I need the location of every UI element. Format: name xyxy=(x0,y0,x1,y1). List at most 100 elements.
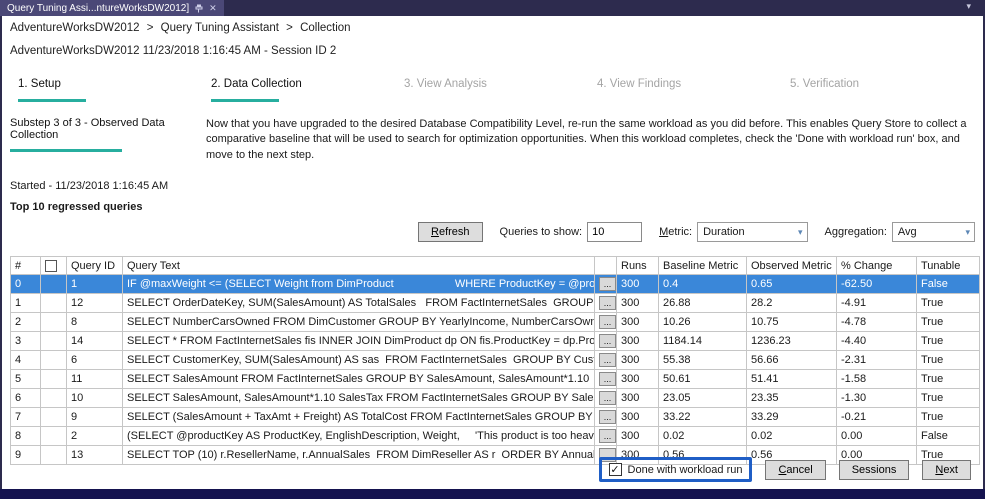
table-row[interactable]: 4 6 SELECT CustomerKey, SUM(SalesAmount)… xyxy=(11,351,980,370)
col-header-index[interactable]: # xyxy=(11,257,41,275)
row-query-text: SELECT OrderDateKey, SUM(SalesAmount) AS… xyxy=(123,294,595,313)
window-menu-caret-icon[interactable]: ▾ xyxy=(966,0,985,16)
row-query-text: SELECT NumberCarsOwned FROM DimCustomer … xyxy=(123,313,595,332)
queries-to-show-label: Queries to show: xyxy=(500,226,583,238)
row-observed-metric: 51.41 xyxy=(747,370,837,389)
row-runs: 300 xyxy=(617,294,659,313)
row-index: 1 xyxy=(11,294,41,313)
row-select-cell[interactable] xyxy=(41,389,67,408)
row-index: 0 xyxy=(11,275,41,294)
tab-title: Query Tuning Assi...ntureWorksDW2012] xyxy=(7,3,189,14)
row-index: 4 xyxy=(11,351,41,370)
table-row[interactable]: 0 1 IF @maxWeight <= (SELECT Weight from… xyxy=(11,275,980,294)
row-percent-change: -4.40 xyxy=(837,332,917,351)
breadcrumb-item-collection[interactable]: Collection xyxy=(300,22,351,34)
breadcrumb-item-database[interactable]: AdventureWorksDW2012 xyxy=(10,22,140,34)
row-percent-change: -4.78 xyxy=(837,313,917,332)
aggregation-label: Aggregation: xyxy=(825,226,887,238)
table-row[interactable]: 1 12 SELECT OrderDateKey, SUM(SalesAmoun… xyxy=(11,294,980,313)
row-baseline-metric: 10.26 xyxy=(659,313,747,332)
row-detail-cell: ... xyxy=(595,332,617,351)
query-detail-button[interactable]: ... xyxy=(599,334,616,348)
table-row[interactable]: 3 14 SELECT * FROM FactInternetSales fis… xyxy=(11,332,980,351)
row-observed-metric: 10.75 xyxy=(747,313,837,332)
col-header-query-id[interactable]: Query ID xyxy=(67,257,123,275)
row-percent-change: -2.31 xyxy=(837,351,917,370)
chevron-down-icon: ▾ xyxy=(965,227,970,238)
query-detail-button[interactable]: ... xyxy=(599,353,616,367)
col-header-runs[interactable]: Runs xyxy=(617,257,659,275)
row-percent-change: 0.00 xyxy=(837,427,917,446)
breadcrumb-item-qta[interactable]: Query Tuning Assistant xyxy=(161,22,279,34)
row-select-cell[interactable] xyxy=(41,446,67,465)
row-select-cell[interactable] xyxy=(41,332,67,351)
row-detail-cell: ... xyxy=(595,275,617,294)
table-row[interactable]: 2 8 SELECT NumberCarsOwned FROM DimCusto… xyxy=(11,313,980,332)
row-query-id: 10 xyxy=(67,389,123,408)
table-row[interactable]: 8 2 (SELECT @productKey AS ProductKey, E… xyxy=(11,427,980,446)
query-detail-button[interactable]: ... xyxy=(599,429,616,443)
session-info: AdventureWorksDW2012 11/23/2018 1:16:45 … xyxy=(10,45,983,57)
row-select-cell[interactable] xyxy=(41,313,67,332)
col-header-query-text[interactable]: Query Text xyxy=(123,257,595,275)
query-detail-button[interactable]: ... xyxy=(599,410,616,424)
table-row[interactable]: 7 9 SELECT (SalesAmount + TaxAmt + Freig… xyxy=(11,408,980,427)
query-detail-button[interactable]: ... xyxy=(599,391,616,405)
row-tunable: True xyxy=(917,351,980,370)
select-all-checkbox[interactable] xyxy=(45,260,57,272)
queries-to-show-input[interactable] xyxy=(587,222,642,242)
row-observed-metric: 1236.23 xyxy=(747,332,837,351)
row-detail-cell: ... xyxy=(595,427,617,446)
pin-icon[interactable] xyxy=(195,4,203,13)
checked-checkbox-icon: ✓ xyxy=(609,463,622,476)
next-button[interactable]: Next xyxy=(922,460,971,480)
query-detail-button[interactable]: ... xyxy=(599,296,616,310)
wizard-steps: 1. Setup 2. Data Collection 3. View Anal… xyxy=(2,78,983,102)
step-underline xyxy=(211,99,279,102)
col-header-change[interactable]: % Change xyxy=(837,257,917,275)
row-select-cell[interactable] xyxy=(41,294,67,313)
row-index: 7 xyxy=(11,408,41,427)
table-row[interactable]: 6 10 SELECT SalesAmount, SalesAmount*1.1… xyxy=(11,389,980,408)
row-runs: 300 xyxy=(617,275,659,294)
row-detail-cell: ... xyxy=(595,408,617,427)
row-observed-metric: 0.65 xyxy=(747,275,837,294)
step-data-collection: 2. Data Collection xyxy=(211,78,404,102)
query-detail-button[interactable]: ... xyxy=(599,372,616,386)
col-header-tunable[interactable]: Tunable xyxy=(917,257,980,275)
row-select-cell[interactable] xyxy=(41,370,67,389)
row-index: 8 xyxy=(11,427,41,446)
row-query-text: SELECT CustomerKey, SUM(SalesAmount) AS … xyxy=(123,351,595,370)
row-select-cell[interactable] xyxy=(41,275,67,294)
aggregation-select[interactable]: Avg ▾ xyxy=(892,222,975,242)
done-with-workload-checkbox[interactable]: ✓ Done with workload run xyxy=(599,457,753,482)
row-query-id: 11 xyxy=(67,370,123,389)
step-view-analysis: 3. View Analysis xyxy=(404,78,597,102)
close-icon[interactable]: ✕ xyxy=(209,3,217,14)
step-view-findings: 4. View Findings xyxy=(597,78,790,102)
cancel-button[interactable]: Cancel xyxy=(765,460,825,480)
row-select-cell[interactable] xyxy=(41,427,67,446)
breadcrumb-separator: > xyxy=(147,22,154,34)
col-header-baseline[interactable]: Baseline Metric xyxy=(659,257,747,275)
row-baseline-metric: 23.05 xyxy=(659,389,747,408)
table-row[interactable]: 5 11 SELECT SalesAmount FROM FactInterne… xyxy=(11,370,980,389)
row-observed-metric: 28.2 xyxy=(747,294,837,313)
sessions-button[interactable]: Sessions xyxy=(839,460,910,480)
row-detail-cell: ... xyxy=(595,313,617,332)
started-timestamp: Started - 11/23/2018 1:16:45 AM xyxy=(10,180,983,192)
document-tab[interactable]: Query Tuning Assi...ntureWorksDW2012] ✕ xyxy=(0,0,224,16)
query-detail-button[interactable]: ... xyxy=(599,277,616,291)
row-select-cell[interactable] xyxy=(41,351,67,370)
row-select-cell[interactable] xyxy=(41,408,67,427)
main-content: AdventureWorksDW2012 > Query Tuning Assi… xyxy=(2,16,983,489)
refresh-button[interactable]: Refresh xyxy=(418,222,483,242)
query-detail-button[interactable]: ... xyxy=(599,315,616,329)
done-with-workload-label: Done with workload run xyxy=(628,464,743,476)
step-verification: 5. Verification xyxy=(790,78,983,102)
regressed-queries-title: Top 10 regressed queries xyxy=(10,201,983,213)
row-query-text: IF @maxWeight <= (SELECT Weight from Dim… xyxy=(123,275,595,294)
metric-select[interactable]: Duration ▾ xyxy=(697,222,807,242)
col-header-observed[interactable]: Observed Metric xyxy=(747,257,837,275)
window-bottom-edge xyxy=(0,489,985,499)
